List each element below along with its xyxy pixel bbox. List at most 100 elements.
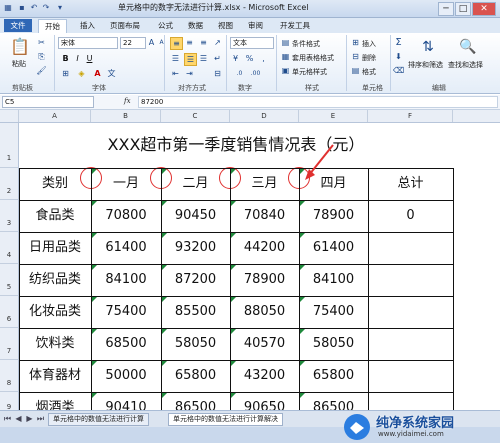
format-as-table-button[interactable]: 套用表格格式 <box>292 53 334 63</box>
table-cell-category[interactable]: 化妆品类 <box>19 296 91 328</box>
font-color-icon[interactable]: A <box>92 68 103 79</box>
worksheet[interactable]: XXX超市第一季度销售情况表（元） 类别 一月 二月 三月 四月 总计 食品类 70800 90… <box>19 123 500 415</box>
format-painter-icon[interactable]: 🖌 <box>36 65 47 76</box>
table-cell-category[interactable]: 纺织品类 <box>19 264 91 296</box>
table-cell-category[interactable]: 体育器材 <box>19 360 91 392</box>
sheet-tab-1[interactable]: 单元格中的数值无法进行计算 <box>48 413 149 426</box>
cell-styles-button[interactable]: 单元格样式 <box>292 67 327 77</box>
table-cell-jan[interactable]: 75400 <box>91 296 161 328</box>
insert-cells-icon[interactable]: ⊞ <box>350 37 361 48</box>
error-indicator-icon[interactable] <box>92 297 97 302</box>
font-name-select[interactable]: 宋体 <box>58 37 118 49</box>
error-indicator-icon[interactable] <box>162 297 167 302</box>
align-middle-icon[interactable]: ≡ <box>184 37 195 48</box>
table-cell-feb[interactable]: 86500 <box>161 392 230 415</box>
error-indicator-icon[interactable] <box>300 233 305 238</box>
cell-styles-icon[interactable]: ▣ <box>280 65 291 76</box>
number-format-select[interactable]: 文本 <box>230 37 274 49</box>
row-header-3[interactable]: 3 <box>0 200 19 232</box>
table-cell-category[interactable]: 日用品类 <box>19 232 91 264</box>
error-indicator-icon[interactable] <box>231 201 236 206</box>
tab-home[interactable]: 开始 <box>38 19 67 33</box>
row-header-1[interactable]: 1 <box>0 123 19 168</box>
table-cell-feb[interactable]: 85500 <box>161 296 230 328</box>
decrease-decimal-icon[interactable]: .00 <box>250 68 261 79</box>
border-icon[interactable]: ⊞ <box>60 68 71 79</box>
copy-icon[interactable]: ⎘ <box>36 51 47 62</box>
table-cell-jan[interactable]: 84100 <box>91 264 161 296</box>
sort-filter-icon[interactable]: ⇅ <box>418 37 438 57</box>
tab-data[interactable]: 数据 <box>188 19 203 32</box>
table-cell-jan[interactable]: 90410 <box>91 392 161 415</box>
table-cell-feb[interactable]: 58050 <box>161 328 230 360</box>
delete-cells-button[interactable]: 删除 <box>362 53 376 63</box>
row-header-4[interactable]: 4 <box>0 232 19 264</box>
error-indicator-icon[interactable] <box>92 393 97 398</box>
error-indicator-icon[interactable] <box>162 201 167 206</box>
table-cell-jan[interactable]: 50000 <box>91 360 161 392</box>
underline-icon[interactable]: U <box>84 53 95 64</box>
table-cell-mar[interactable]: 90650 <box>230 392 299 415</box>
column-header-e[interactable]: E <box>299 110 368 122</box>
column-header-c[interactable]: C <box>161 110 230 122</box>
conditional-format-button[interactable]: 条件格式 <box>292 39 320 49</box>
align-right-icon[interactable]: ☰ <box>198 53 209 64</box>
find-select-button[interactable]: 查找和选择 <box>448 60 483 70</box>
table-cell-apr[interactable]: 58050 <box>299 328 368 360</box>
format-table-icon[interactable]: ▦ <box>280 51 291 62</box>
currency-icon[interactable]: ¥ <box>230 53 241 64</box>
increase-decimal-icon[interactable]: .0 <box>234 68 245 79</box>
table-cell-apr[interactable]: 84100 <box>299 264 368 296</box>
cut-icon[interactable]: ✂ <box>36 37 47 48</box>
error-indicator-icon[interactable] <box>92 265 97 270</box>
tab-view[interactable]: 视图 <box>218 19 233 32</box>
next-sheet-icon[interactable]: ▶ <box>24 413 35 424</box>
column-header-f[interactable]: F <box>368 110 453 122</box>
row-header-8[interactable]: 8 <box>0 360 19 392</box>
fill-icon[interactable]: ⬇ <box>393 51 404 62</box>
table-cell-apr[interactable]: 78900 <box>299 200 368 232</box>
undo-icon[interactable]: ↶ <box>29 3 39 13</box>
decrease-indent-icon[interactable]: ⇤ <box>170 68 181 79</box>
table-cell-feb[interactable]: 87200 <box>161 264 230 296</box>
table-cell-apr[interactable]: 61400 <box>299 232 368 264</box>
table-cell-feb[interactable]: 93200 <box>161 232 230 264</box>
last-sheet-icon[interactable]: ⏭ <box>35 413 46 424</box>
fx-icon[interactable]: fx <box>124 97 131 105</box>
sort-filter-button[interactable]: 排序和筛选 <box>408 60 443 70</box>
error-indicator-icon[interactable] <box>162 233 167 238</box>
table-cell-total[interactable]: 0 <box>368 200 453 232</box>
phonetic-icon[interactable]: 文 <box>106 68 117 79</box>
delete-cells-icon[interactable]: ⊟ <box>350 51 361 62</box>
table-cell-mar[interactable]: 88050 <box>230 296 299 328</box>
table-title[interactable]: XXX超市第一季度销售情况表（元） <box>19 123 453 167</box>
format-cells-icon[interactable]: ▤ <box>350 65 361 76</box>
table-cell-feb[interactable]: 90450 <box>161 200 230 232</box>
table-cell-jan[interactable]: 61400 <box>91 232 161 264</box>
align-left-icon[interactable]: ☰ <box>170 53 181 64</box>
error-indicator-icon[interactable] <box>162 361 167 366</box>
align-bottom-icon[interactable]: ≡ <box>198 37 209 48</box>
restore-button[interactable]: □ <box>455 2 471 16</box>
tab-page-layout[interactable]: 页面布局 <box>110 19 140 32</box>
first-sheet-icon[interactable]: ⏮ <box>2 413 13 424</box>
table-cell-apr[interactable]: 75400 <box>299 296 368 328</box>
prev-sheet-icon[interactable]: ◀ <box>13 413 24 424</box>
table-cell-total[interactable] <box>368 232 453 264</box>
fill-color-icon[interactable]: ◈ <box>76 68 87 79</box>
row-header-9[interactable]: 9 <box>0 392 19 411</box>
table-cell-jan[interactable]: 70800 <box>91 200 161 232</box>
bold-icon[interactable]: B <box>60 53 71 64</box>
wrap-text-icon[interactable]: ↵ <box>212 53 223 64</box>
italic-icon[interactable]: I <box>72 53 83 64</box>
row-header-6[interactable]: 6 <box>0 296 19 328</box>
table-cell-category[interactable]: 食品类 <box>19 200 91 232</box>
error-indicator-icon[interactable] <box>300 265 305 270</box>
error-indicator-icon[interactable] <box>231 233 236 238</box>
error-indicator-icon[interactable] <box>231 329 236 334</box>
column-header-a[interactable]: A <box>19 110 91 122</box>
align-top-icon[interactable]: ≡ <box>170 37 183 50</box>
column-header-b[interactable]: B <box>91 110 161 122</box>
table-cell-mar[interactable]: 78900 <box>230 264 299 296</box>
table-cell-category[interactable]: 饮料类 <box>19 328 91 360</box>
